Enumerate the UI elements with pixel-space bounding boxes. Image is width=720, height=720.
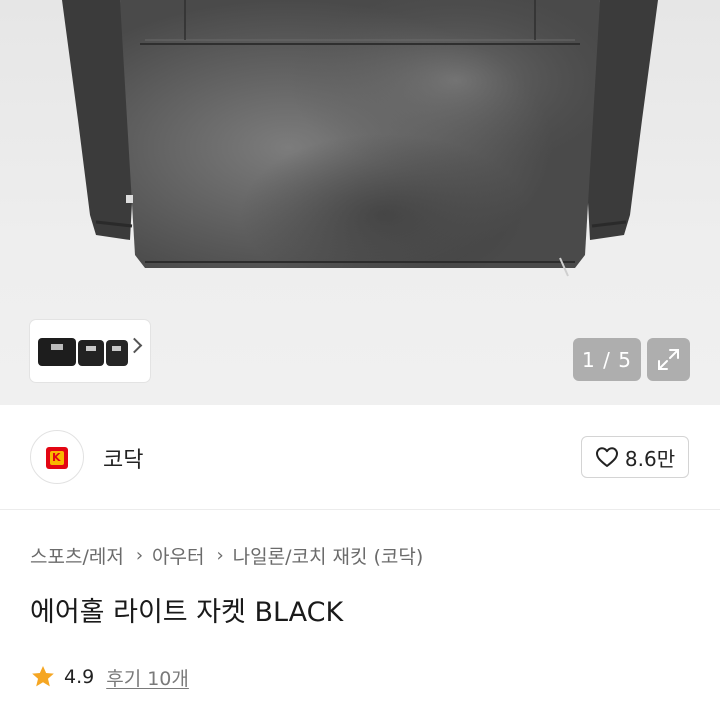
chevron-right-icon: › — [135, 544, 144, 566]
image-counter: 1 / 5 — [573, 338, 641, 381]
section-divider — [0, 509, 720, 510]
rating-row: 4.9 후기 10개 — [30, 662, 189, 692]
like-button[interactable]: 8.6만 — [581, 436, 689, 478]
chevron-right-icon[interactable] — [126, 337, 143, 354]
store-name[interactable]: 코닥 — [103, 442, 143, 474]
heart-icon — [595, 447, 618, 467]
product-image-gallery[interactable]: 1 / 5 — [0, 0, 720, 405]
store-avatar[interactable] — [30, 430, 84, 484]
kodak-logo-icon — [46, 447, 68, 469]
breadcrumb-item-coach-jacket[interactable]: 나일론/코치 재킷 (코닥) — [233, 542, 424, 569]
breadcrumb-item-outer[interactable]: 아우터 — [152, 542, 204, 569]
rating-score: 4.9 — [64, 666, 95, 688]
product-title: 에어홀 라이트 자켓 BLACK — [30, 597, 344, 628]
expand-button[interactable] — [647, 338, 690, 381]
thumbnail-images — [38, 338, 128, 366]
star-icon — [32, 665, 54, 687]
thumbnail-strip[interactable] — [30, 320, 150, 382]
reviews-link[interactable]: 후기 10개 — [106, 664, 189, 691]
store-row: 코닥 8.6만 — [0, 405, 720, 510]
chevron-right-icon: › — [216, 544, 224, 566]
breadcrumb-item-sports[interactable]: 스포츠/레저 — [30, 542, 124, 569]
expand-icon — [658, 349, 679, 370]
breadcrumb: 스포츠/레저 › 아우터 › 나일론/코치 재킷 (코닥) — [30, 542, 423, 568]
like-count: 8.6만 — [624, 446, 676, 471]
